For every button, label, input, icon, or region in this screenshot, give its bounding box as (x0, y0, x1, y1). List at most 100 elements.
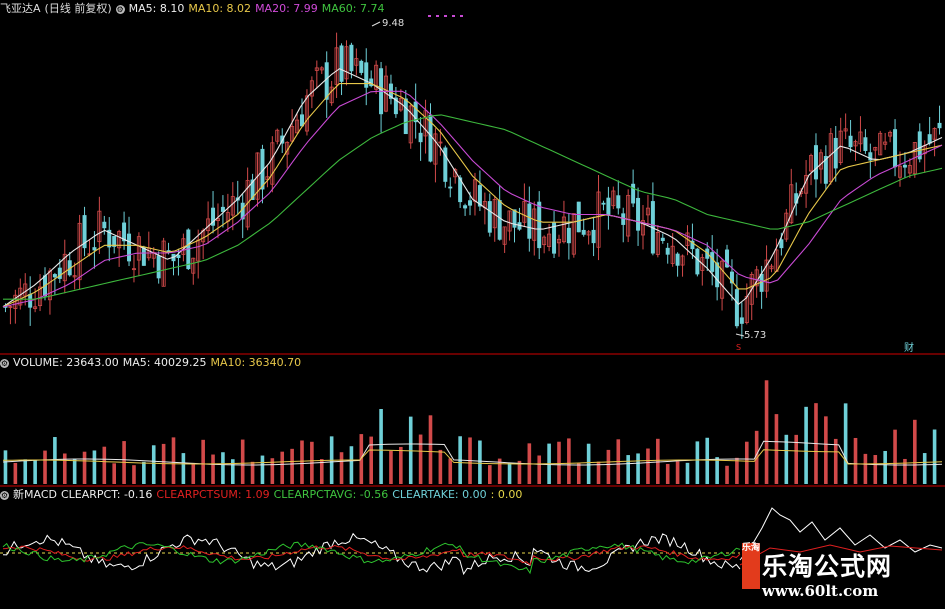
volume-bar (606, 449, 611, 484)
volume-bar (685, 462, 690, 484)
volume-bar (112, 463, 116, 484)
volume-bar (300, 440, 304, 484)
clearpctsum-value: CLEARPCTSUM: 1.09 (156, 488, 270, 501)
candle-body (616, 195, 621, 209)
candle-body (581, 229, 586, 235)
volume-bar (62, 453, 67, 484)
volume-bar (922, 453, 927, 484)
candle-body (606, 197, 611, 216)
candle-body (937, 122, 942, 129)
stock-name[interactable]: 飞亚达A (0, 2, 41, 15)
candle-body (779, 239, 784, 249)
volume-bar (191, 462, 196, 484)
volume-bar (873, 455, 878, 484)
indicator-panel-header: ⚙ 新MACD CLEARPCT: -0.16 CLEARPCTSUM: 1.09 CL… (0, 487, 526, 503)
volume-bar (537, 455, 542, 484)
volume-bar (932, 429, 937, 484)
volume-bar (744, 441, 749, 484)
high-price-label: 9.48 (382, 18, 405, 29)
volume-bar (576, 463, 581, 484)
volume-bar (448, 458, 453, 484)
watermark-url: www.60lt.com (762, 582, 879, 600)
settings-circle-icon[interactable]: ⚙ (0, 358, 9, 368)
top-dots (452, 15, 455, 17)
finance-badge[interactable]: 财 (904, 339, 914, 354)
candle-body (359, 60, 364, 73)
candle-body (299, 114, 304, 127)
volume-bar (675, 461, 680, 484)
sell-badge: S (736, 343, 742, 352)
volume-bar (240, 439, 245, 484)
settings-circle-icon[interactable]: ⚙ (0, 490, 9, 500)
indicator-name[interactable]: 新MACD (13, 488, 57, 501)
volume-bar (102, 446, 107, 484)
volume-bar (142, 461, 146, 484)
candle-body (537, 201, 542, 249)
candle-body (576, 201, 581, 233)
volume-bar (72, 458, 77, 484)
top-dots (436, 15, 439, 17)
volume-bar (557, 441, 561, 484)
candle-body (734, 289, 739, 327)
volume-bar (151, 445, 156, 484)
candle-body (621, 213, 626, 225)
volume-ma-line (2, 440, 943, 466)
candle-body (403, 98, 408, 135)
volume-bar (725, 465, 729, 484)
volume-bar (656, 438, 660, 484)
candle-body (739, 317, 744, 324)
low-marker (735, 333, 745, 337)
clearpct-line (2, 532, 741, 576)
volume-bar (883, 450, 887, 484)
volume-bar (339, 452, 344, 484)
candle-body (927, 134, 932, 144)
volume-ma10: MA10: 36340.70 (210, 356, 302, 369)
candle-body (863, 137, 868, 151)
candle-body (848, 135, 853, 148)
volume-bar (863, 453, 868, 484)
volume-bar (82, 451, 87, 484)
stock-chart[interactable] (0, 0, 945, 609)
candle-body (92, 247, 97, 251)
volume-bar (665, 463, 670, 484)
high-marker (371, 21, 381, 27)
candle-body (902, 164, 907, 168)
candle-body (487, 201, 492, 233)
clearpctavg-value: CLEARPCTAVG: -0.56 (273, 488, 389, 501)
candle-body (833, 137, 838, 169)
ma60-value: MA60: 7.74 (321, 2, 385, 15)
volume-bar (349, 446, 354, 484)
cleartake-value: CLEARTAKE: 0.00 (392, 488, 487, 501)
volume-bar (764, 380, 769, 484)
volume-bar (379, 409, 383, 484)
volume-bar (646, 448, 650, 484)
candle-body (675, 253, 680, 266)
volume-bar (843, 403, 848, 484)
candle-body (448, 186, 453, 189)
volume-bar (181, 453, 186, 484)
volume-bar (3, 450, 8, 484)
candle-body (176, 254, 181, 259)
price-panel-header: 飞亚达A (日线 前复权) ⚙ MA5: 8.10 MA10: 8.02 MA20: 7.… (0, 1, 389, 17)
volume-bar (804, 406, 808, 484)
chart-mode: (日线 前复权) (44, 2, 112, 15)
volume-bar (824, 416, 828, 484)
volume-ma-line (2, 449, 943, 465)
volume-bar (715, 457, 719, 484)
candle-body (141, 246, 146, 266)
volume-bar (418, 434, 423, 484)
settings-circle-icon[interactable]: ⚙ (115, 4, 125, 14)
candle-body (710, 252, 715, 272)
clearpct-value: CLEARPCT: -0.16 (60, 488, 153, 501)
candle-body (695, 248, 700, 275)
watermark-logo: 乐淘 (742, 543, 760, 589)
top-dots (428, 15, 431, 17)
top-dots (460, 15, 463, 17)
volume-bar (33, 460, 37, 484)
candle-body (349, 44, 354, 72)
volume-bar (13, 462, 18, 484)
price-panel (2, 15, 943, 339)
candle-body (339, 45, 344, 82)
volume-bar (399, 446, 403, 484)
low-price-label: 5.73 (744, 330, 767, 341)
